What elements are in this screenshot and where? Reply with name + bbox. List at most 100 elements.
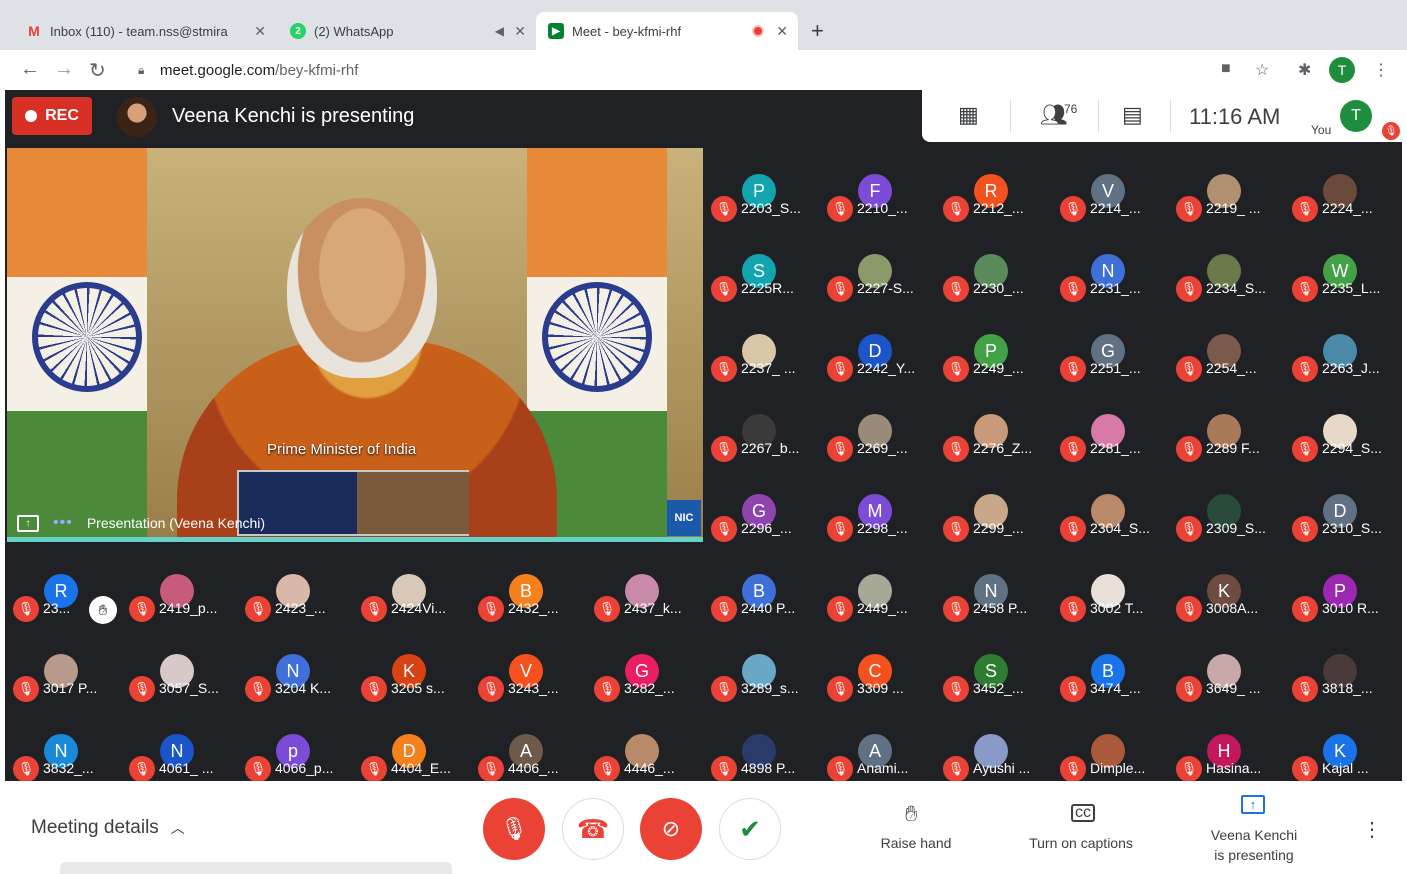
participant-tile[interactable]: 🎙︎ 3017 P... <box>9 648 125 727</box>
back-icon[interactable]: ← <box>20 58 40 81</box>
participant-tile[interactable]: 🎙︎ 2263_J... <box>1288 328 1404 407</box>
participant-tile[interactable]: 🎙︎ 3649_ ... <box>1172 648 1288 727</box>
participant-tile[interactable]: 🎙︎ 2267_b... <box>707 408 823 487</box>
participant-tile[interactable]: 🎙︎ 2254_... <box>1172 328 1288 407</box>
participant-tile[interactable]: C 🎙︎ 3309 ... <box>823 648 939 727</box>
participant-tile[interactable]: 🎙︎ 2289 F... <box>1172 408 1288 487</box>
participant-tile[interactable]: D 🎙︎ 2242_Y... <box>823 328 939 407</box>
participant-tile[interactable]: 🎙︎ 3057_S... <box>125 648 241 727</box>
browser-menu-icon[interactable]: ⋮ <box>1373 60 1389 80</box>
participant-tile[interactable]: B 🎙︎ 3474_... <box>1056 648 1172 727</box>
participant-tile[interactable]: 🎙︎ 2294_S... <box>1288 408 1404 487</box>
forward-icon[interactable]: → <box>54 58 74 81</box>
close-tab-icon[interactable]: ✕ <box>776 23 788 40</box>
participant-tile[interactable]: V 🎙︎ 2214_... <box>1056 168 1172 247</box>
participant-tile[interactable]: 🎙︎ 2237_ ... <box>707 328 823 407</box>
speaker-icon[interactable]: ◀︎ <box>495 24 504 38</box>
more-options-icon[interactable]: ⋮ <box>1362 817 1382 842</box>
raised-hand-icon: ✋︎ <box>89 596 117 624</box>
participant-name: Anami... <box>857 760 909 776</box>
layout-grid-icon[interactable]: ▦ <box>958 102 979 128</box>
participant-tile[interactable]: G 🎙︎ 2251_... <box>1056 328 1172 407</box>
participant-tile[interactable]: V 🎙︎ 3243_... <box>474 648 590 727</box>
video-caption: Prime Minister of India <box>267 441 417 458</box>
tab-meet[interactable]: ▶ Meet - bey-kfmi-rhf ✕ <box>536 12 798 50</box>
address-bar[interactable]: 🔒︎ meet.google.com/bey-kfmi-rhf <box>124 55 1254 85</box>
participant-name: 2230_... <box>973 280 1024 296</box>
participant-name: 3282_... <box>624 680 675 696</box>
participant-tile[interactable]: R 🎙︎ 23... ✋︎ <box>9 568 125 647</box>
self-label: You <box>1311 123 1332 137</box>
participant-tile[interactable]: 🎙︎ 2219_ ... <box>1172 168 1288 247</box>
url-path: /bey-kfmi-rhf <box>275 61 359 79</box>
leave-call-button[interactable]: ☎︎ <box>562 798 624 860</box>
participant-tile[interactable]: M 🎙︎ 2298_... <box>823 488 939 567</box>
captions-icon[interactable]: cc <box>1071 804 1095 822</box>
participant-tile[interactable]: K 🎙︎ 3008A... <box>1172 568 1288 647</box>
participant-tile[interactable]: 🎙︎ 2281_... <box>1056 408 1172 487</box>
participant-tile[interactable]: N 🎙︎ 2458 P... <box>939 568 1055 647</box>
present-now-icon[interactable]: ↑ <box>1241 795 1265 814</box>
participant-tile[interactable]: G 🎙︎ 2296_... <box>707 488 823 567</box>
present-screen-icon[interactable]: ↑ <box>17 514 39 532</box>
close-tab-icon[interactable]: ✕ <box>254 23 266 40</box>
participant-tile[interactable]: S 🎙︎ 2225R... <box>707 248 823 327</box>
participant-tile[interactable]: N 🎙︎ 2231_... <box>1056 248 1172 327</box>
participant-tile[interactable]: 🎙︎ 2423_... <box>241 568 357 647</box>
participant-tile[interactable]: 🎙︎ 2304_S... <box>1056 488 1172 567</box>
raise-hand-icon[interactable]: ✋︎ <box>905 801 918 827</box>
participant-tile[interactable]: P 🎙︎ 2249_... <box>939 328 1055 407</box>
presentation-video[interactable]: Prime Minister of India NIC ↑ ••• Presen… <box>7 148 703 540</box>
participant-tile[interactable]: 🎙︎ 2309_S... <box>1172 488 1288 567</box>
participant-tile[interactable]: 🎙︎ 3289_s... <box>707 648 823 727</box>
more-options-icon[interactable]: ••• <box>53 514 73 532</box>
bookmark-star-icon[interactable]: ☆ <box>1255 60 1269 80</box>
extensions-icon[interactable]: ✱ <box>1298 60 1311 80</box>
close-tab-icon[interactable]: ✕ <box>514 23 526 40</box>
participant-tile[interactable]: 🎙︎ 2276_Z... <box>939 408 1055 487</box>
participant-name: 3452_... <box>973 680 1024 696</box>
tab-gmail[interactable]: M Inbox (110) - team.nss@stmira ✕ <box>14 12 276 50</box>
participant-tile[interactable]: P 🎙︎ 3010 R... <box>1288 568 1404 647</box>
participant-tile[interactable]: 🎙︎ 2437_k... <box>590 568 706 647</box>
participant-tile[interactable]: N 🎙︎ 3204 K... <box>241 648 357 727</box>
participant-tile[interactable]: 🎙︎ 2299_... <box>939 488 1055 567</box>
participant-tile[interactable]: 🎙︎ 2419_p... <box>125 568 241 647</box>
profile-avatar[interactable]: T <box>1329 57 1355 83</box>
captions-check-button[interactable]: ✔ <box>719 798 781 860</box>
mic-muted-icon: 🎙︎ <box>1292 276 1318 302</box>
participant-tile[interactable]: 🎙︎ 2234_S... <box>1172 248 1288 327</box>
camera-icon[interactable]: ■ <box>1221 60 1231 78</box>
participant-tile[interactable]: S 🎙︎ 3452_... <box>939 648 1055 727</box>
reload-icon[interactable]: ↻ <box>89 58 106 83</box>
participant-tile[interactable]: 🎙︎ 3002 T... <box>1056 568 1172 647</box>
participant-tile[interactable]: P 🎙︎ 2203_S... <box>707 168 823 247</box>
meeting-details-button[interactable]: Meeting details ︿ <box>31 817 185 839</box>
chat-icon[interactable]: ▤ <box>1122 102 1143 128</box>
participant-tile[interactable]: G 🎙︎ 3282_... <box>590 648 706 727</box>
new-tab-button[interactable]: + <box>811 18 824 44</box>
tab-whatsapp[interactable]: 2 (2) WhatsApp ◀︎ ✕ <box>278 12 536 50</box>
presentation-status[interactable]: Veena Kenchi is presenting <box>1194 825 1314 865</box>
participant-tile[interactable]: 🎙︎ 2269_... <box>823 408 939 487</box>
bottom-control-bar: Meeting details ︿ 🎙︎ ☎︎ ⊘ ✔ ✋︎ Raise hand… <box>0 781 1407 874</box>
mic-muted-icon: 🎙︎ <box>943 756 969 782</box>
participant-tile[interactable]: 🎙︎ 2449_... <box>823 568 939 647</box>
self-avatar[interactable]: T <box>1340 100 1372 132</box>
camera-toggle-button[interactable]: ⊘ <box>640 798 702 860</box>
participant-tile[interactable]: 🎙︎ 2230_... <box>939 248 1055 327</box>
participant-tile[interactable]: D 🎙︎ 2310_S... <box>1288 488 1404 567</box>
participant-tile[interactable]: W 🎙︎ 2235_L... <box>1288 248 1404 327</box>
participant-tile[interactable]: B 🎙︎ 2440 P... <box>707 568 823 647</box>
participant-tile[interactable]: 🎙︎ 2424Vi... <box>357 568 473 647</box>
participant-tile[interactable]: B 🎙︎ 2432_... <box>474 568 590 647</box>
participant-tile[interactable]: 🎙︎ 2224_... <box>1288 168 1404 247</box>
participant-tile[interactable]: F 🎙︎ 2210_... <box>823 168 939 247</box>
raise-hand-button[interactable]: Raise hand <box>866 835 966 851</box>
participant-tile[interactable]: 🎙︎ 3818_... <box>1288 648 1404 727</box>
participant-tile[interactable]: R 🎙︎ 2212_... <box>939 168 1055 247</box>
participant-tile[interactable]: K 🎙︎ 3205 s... <box>357 648 473 727</box>
mic-toggle-button[interactable]: 🎙︎ <box>483 798 545 860</box>
participant-tile[interactable]: 🎙︎ 2227-S... <box>823 248 939 327</box>
captions-button[interactable]: Turn on captions <box>1016 835 1146 851</box>
